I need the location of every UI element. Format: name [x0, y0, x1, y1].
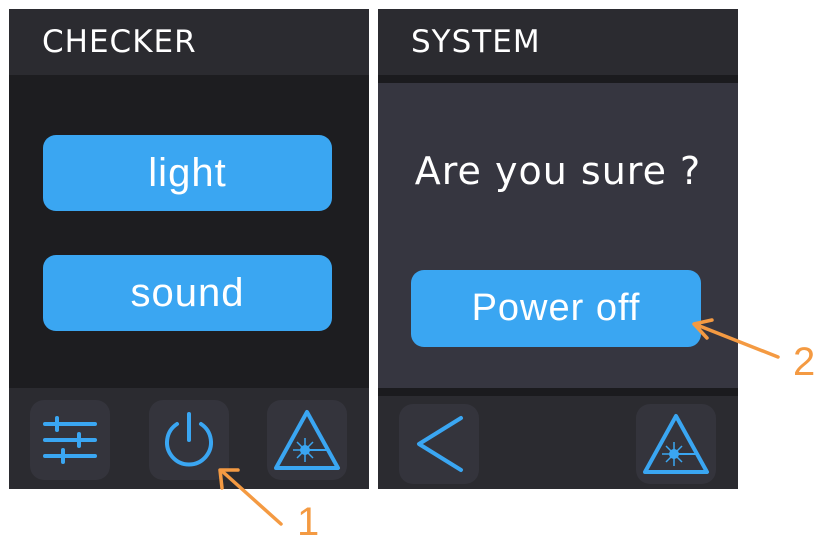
- power-button[interactable]: [149, 400, 229, 480]
- back-button[interactable]: [399, 404, 479, 484]
- settings-button[interactable]: [30, 400, 110, 480]
- back-chevron-icon: [417, 416, 463, 472]
- laser-button[interactable]: [636, 404, 716, 484]
- screen-title: CHECKER: [9, 9, 369, 75]
- light-button[interactable]: light: [43, 135, 332, 211]
- callout-label-1: 1: [297, 500, 320, 544]
- checker-screen: CHECKER light sound: [9, 9, 369, 489]
- footer-divider: [378, 388, 738, 396]
- screen-title: SYSTEM: [378, 9, 738, 75]
- footer-bar: [9, 388, 369, 489]
- power-icon: [165, 412, 213, 467]
- laser-warning-icon: [643, 414, 709, 474]
- confirm-prompt: Are you sure ?: [414, 149, 702, 193]
- laser-button[interactable]: [267, 400, 347, 480]
- header-divider: [378, 75, 738, 83]
- power-off-button[interactable]: Power off: [411, 270, 701, 347]
- sliders-icon: [43, 416, 97, 464]
- footer-bar: [378, 396, 738, 489]
- laser-warning-icon: [274, 410, 340, 470]
- callout-label-2: 2: [793, 340, 816, 384]
- sound-button[interactable]: sound: [43, 255, 332, 331]
- checker-content: [9, 75, 369, 396]
- system-screen: SYSTEM Are you sure ? Power off: [378, 9, 738, 489]
